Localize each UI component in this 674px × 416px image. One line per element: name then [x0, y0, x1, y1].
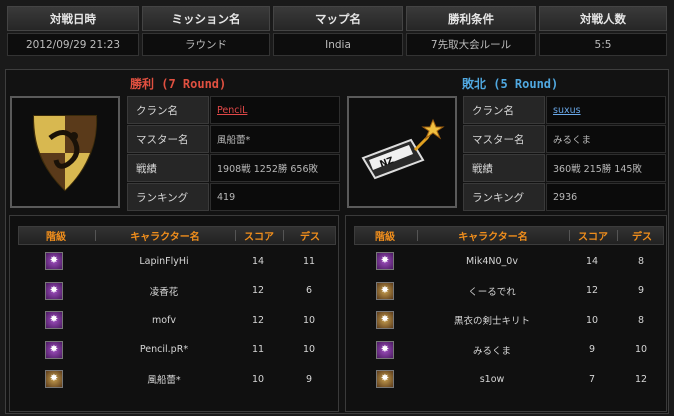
- loser-title: 敗北 (5 Round): [462, 77, 559, 91]
- player-score: 14: [251, 255, 265, 267]
- player-score: 12: [251, 314, 265, 326]
- th-death: デス: [300, 232, 320, 243]
- player-name: Pencil.pR*: [139, 344, 189, 355]
- player-name: mofv: [151, 314, 177, 326]
- loser-clan-link[interactable]: suxus: [553, 105, 581, 116]
- player-name: s1ow: [479, 373, 505, 385]
- winner-clan-value: PenciL: [210, 96, 340, 124]
- rank-badge-icon: ✸: [376, 340, 394, 359]
- rank-badge-icon: ✸: [376, 252, 394, 270]
- th-death: デス: [632, 232, 652, 243]
- loser-record-label: 戦績: [463, 154, 545, 182]
- rank-badge-icon: ✸: [45, 281, 63, 300]
- player-score: 12: [251, 285, 265, 296]
- value-win-condition: 7先取大会ルール: [406, 33, 536, 56]
- th-character: キャラクター名: [130, 232, 200, 243]
- loser-master-label: マスター名: [463, 125, 545, 153]
- winner-master-value: 風船蕾*: [210, 125, 340, 153]
- player-name: Mik4N0_0v: [466, 255, 518, 267]
- loser-ranking-label: ランキング: [463, 183, 545, 211]
- player-death: 9: [637, 285, 645, 296]
- player-death: 6: [305, 285, 313, 296]
- winner-emblem: [10, 96, 120, 208]
- header-win-condition: 勝利条件: [406, 6, 536, 31]
- rank-badge-icon: ✸: [45, 311, 63, 329]
- player-score: 7: [588, 373, 596, 385]
- rank-badge-icon: ✸: [376, 311, 394, 329]
- player-death: 10: [302, 344, 316, 355]
- player-score: 9: [588, 344, 596, 355]
- winner-ranking-label: ランキング: [127, 183, 209, 211]
- rank-badge-icon: ✸: [45, 340, 63, 359]
- value-date: 2012/09/29 21:23: [7, 33, 139, 56]
- player-death: 12: [634, 373, 648, 385]
- rank-badge-icon: ✸: [376, 281, 394, 300]
- player-name: LapinFlyHi: [139, 255, 189, 267]
- winner-master-label: マスター名: [127, 125, 209, 153]
- th-score: スコア: [244, 232, 274, 243]
- player-score: 11: [251, 344, 265, 355]
- winner-clan-link[interactable]: PenciL: [217, 105, 247, 116]
- player-name: みるくま: [472, 345, 511, 357]
- th-rank: 階級: [46, 232, 66, 243]
- loser-clan-value: suxus: [546, 96, 666, 124]
- player-death: 11: [302, 255, 316, 267]
- shield-emblem-icon: [32, 115, 98, 192]
- player-name: 黒衣の剣士キリト: [453, 316, 530, 327]
- player-score: 10: [585, 314, 599, 326]
- loser-emblem: NZ: [347, 96, 457, 208]
- winner-record-label: 戦績: [127, 154, 209, 182]
- loser-table-header: 階級 キャラクター名 スコア デス: [354, 226, 664, 245]
- rank-badge-icon: ✸: [376, 370, 394, 388]
- value-player-count: 5:5: [539, 33, 667, 56]
- winner-title: 勝利 (7 Round): [130, 77, 227, 91]
- player-name: くーるでれ: [468, 286, 516, 298]
- player-death: 8: [637, 314, 645, 326]
- rank-badge-icon: ✸: [45, 252, 63, 270]
- winner-record-value: 1908戦 1252勝 656敗: [210, 154, 340, 182]
- loser-record-value: 360戦 215勝 145敗: [546, 154, 666, 182]
- arrow-emblem-icon: NZ: [361, 118, 445, 180]
- header-player-count: 対戦人数: [539, 6, 667, 31]
- value-map: India: [273, 33, 403, 56]
- player-death: 10: [302, 314, 316, 326]
- player-death: 9: [305, 373, 313, 385]
- player-death: 8: [637, 255, 645, 267]
- th-character: キャラクター名: [458, 232, 528, 243]
- winner-clan-label: クラン名: [127, 96, 209, 124]
- winner-ranking-value: 419: [210, 183, 340, 211]
- loser-clan-label: クラン名: [463, 96, 545, 124]
- player-score: 10: [251, 373, 265, 385]
- header-map: マップ名: [273, 6, 403, 31]
- player-death: 10: [634, 344, 648, 355]
- th-rank: 階級: [375, 232, 395, 243]
- header-date: 対戦日時: [7, 6, 139, 31]
- player-name: 風船蕾*: [147, 375, 181, 386]
- player-score: 14: [585, 255, 599, 267]
- rank-badge-icon: ✸: [45, 370, 63, 388]
- loser-ranking-value: 2936: [546, 183, 666, 211]
- winner-table-header: 階級 キャラクター名 スコア デス: [18, 226, 336, 245]
- th-score: スコア: [578, 232, 608, 243]
- value-mission: ラウンド: [142, 33, 270, 56]
- header-mission: ミッション名: [142, 6, 270, 31]
- player-name: 凌香花: [149, 286, 179, 298]
- loser-master-value: みるくま: [546, 125, 666, 153]
- player-score: 12: [585, 285, 599, 296]
